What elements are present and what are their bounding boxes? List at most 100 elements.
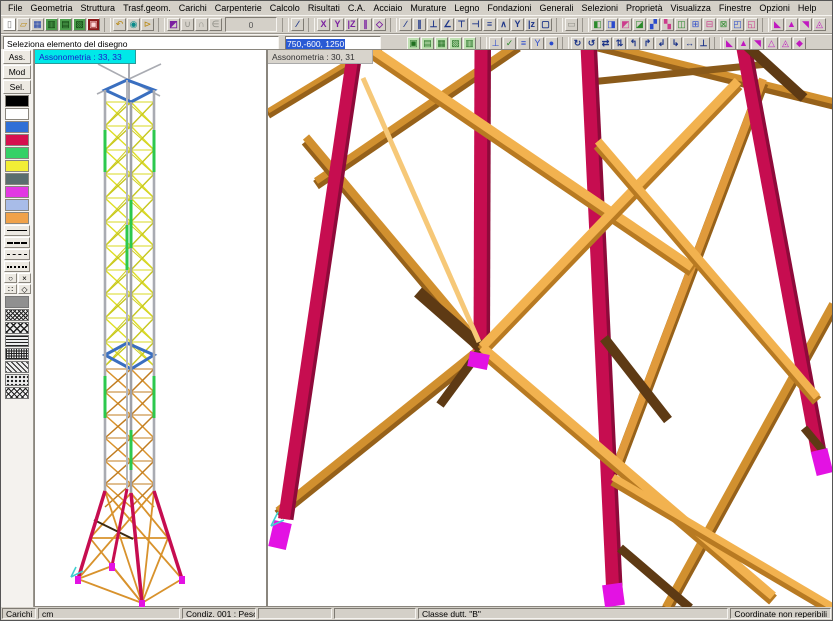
linestyle-dashed[interactable] xyxy=(4,237,30,248)
pattern-crosshatch[interactable] xyxy=(5,309,29,321)
menu-item[interactable]: Geometria xyxy=(27,2,77,14)
belong-button[interactable]: ∈ xyxy=(209,18,222,31)
union-button[interactable]: ∪ xyxy=(181,18,194,31)
copy-view-1-button[interactable]: ▥ xyxy=(45,18,58,31)
color-swatch[interactable] xyxy=(5,95,29,107)
menu-item[interactable]: Fondazioni xyxy=(483,2,535,14)
snap-tee-button[interactable]: ⊤ xyxy=(455,18,468,31)
axis-y-button[interactable]: Y xyxy=(331,18,344,31)
menu-item[interactable]: Generali xyxy=(535,2,577,14)
snap-box-button[interactable]: ▢ xyxy=(539,18,552,31)
menu-item[interactable]: Struttura xyxy=(77,2,120,14)
viewport-left[interactable]: Assonometria : 33, 33 xyxy=(34,49,267,607)
mesh-tool-3-button[interactable]: ◥ xyxy=(799,18,812,31)
color-swatch[interactable] xyxy=(5,212,29,224)
marker-diamond[interactable]: ◇ xyxy=(18,284,31,294)
pattern-horizontal[interactable] xyxy=(5,335,29,347)
viewport-left-titlebar[interactable]: Assonometria : 33, 33 xyxy=(35,50,136,64)
menu-item[interactable]: C.A. xyxy=(344,2,370,14)
menu-item[interactable]: Help xyxy=(794,2,821,14)
divide-tool-button[interactable]: ⊠ xyxy=(717,18,730,31)
marker-circle[interactable]: ○ xyxy=(4,273,17,283)
color-swatch[interactable] xyxy=(5,134,29,146)
undo-button[interactable]: ↶ xyxy=(113,18,126,31)
linestyle-solid[interactable] xyxy=(4,225,30,236)
menu-item[interactable]: File xyxy=(4,2,27,14)
mesh-tool-4-button[interactable]: ◬ xyxy=(813,18,826,31)
mode-mod-button[interactable]: Mod xyxy=(3,65,31,79)
snap-angle-button[interactable]: ∠ xyxy=(441,18,454,31)
intersect-button[interactable]: ∩ xyxy=(195,18,208,31)
menu-item[interactable]: Murature xyxy=(406,2,450,14)
menu-item[interactable]: Finestre xyxy=(715,2,756,14)
import-button[interactable]: ⊳ xyxy=(141,18,154,31)
menu-item[interactable]: Opzioni xyxy=(755,2,794,14)
pattern-diamond[interactable] xyxy=(5,387,29,399)
color-swatch[interactable] xyxy=(5,160,29,172)
viewport-right-titlebar[interactable]: Assonometria : 30, 31 xyxy=(268,50,373,64)
menu-item[interactable]: Risultati xyxy=(304,2,344,14)
pattern-dots[interactable] xyxy=(5,374,29,386)
tolerance-field[interactable]: 0 xyxy=(225,17,277,32)
snap-ground-button[interactable]: ⊣ xyxy=(469,18,482,31)
copy-view-3-button[interactable]: ▧ xyxy=(73,18,86,31)
menu-item[interactable]: Selezioni xyxy=(577,2,622,14)
menu-item[interactable]: Legno xyxy=(450,2,483,14)
marker-cross[interactable]: × xyxy=(18,273,31,283)
color-swatch[interactable] xyxy=(5,121,29,133)
snap-parallel-button[interactable]: ∥ xyxy=(413,18,426,31)
parallel-button[interactable]: ∥ xyxy=(359,18,372,31)
node-tool-button[interactable]: ◧ xyxy=(591,18,604,31)
color-swatch[interactable] xyxy=(5,147,29,159)
snap-z-button[interactable]: |z xyxy=(525,18,538,31)
mode-sel-button[interactable]: Sel. xyxy=(3,80,31,94)
scale-tool-button[interactable]: ◫ xyxy=(675,18,688,31)
polygon-button[interactable]: ◇ xyxy=(373,18,386,31)
save-button[interactable]: ▦ xyxy=(31,18,44,31)
menu-item[interactable]: Visualizza xyxy=(667,2,715,14)
mirror-tool-button[interactable]: ▞ xyxy=(647,18,660,31)
new-file-button[interactable]: ▯ xyxy=(3,18,16,31)
draw-line-button[interactable]: ∕ xyxy=(291,18,304,31)
color-swatch[interactable] xyxy=(5,108,29,120)
rotate-tool-button[interactable]: ▚ xyxy=(661,18,674,31)
pattern-big-crosshatch[interactable] xyxy=(5,322,29,334)
menu-item[interactable]: Trasf.geom. xyxy=(119,2,175,14)
menu-item[interactable]: Proprietà xyxy=(622,2,667,14)
snap-y-button[interactable]: Y xyxy=(511,18,524,31)
solid-view-button[interactable]: ◩ xyxy=(167,18,180,31)
offset-tool-button[interactable]: ◱ xyxy=(745,18,758,31)
open-button[interactable]: ▱ xyxy=(17,18,30,31)
snap-line-button[interactable]: ∕ xyxy=(399,18,412,31)
pattern-solid[interactable] xyxy=(5,296,29,308)
menu-item[interactable]: Carpenterie xyxy=(211,2,266,14)
linestyle-dashdot[interactable] xyxy=(4,249,30,260)
snap-wedge-button[interactable]: ∧ xyxy=(497,18,510,31)
material-sphere-button[interactable]: ◉ xyxy=(127,18,140,31)
eraser-button[interactable]: ▭ xyxy=(565,18,578,31)
extrude-tool-button[interactable]: ⊟ xyxy=(703,18,716,31)
snap-perpendicular-button[interactable]: ⊥ xyxy=(427,18,440,31)
join-tool-button[interactable]: ◰ xyxy=(731,18,744,31)
move-tool-button[interactable]: ◩ xyxy=(619,18,632,31)
pattern-fine-grid[interactable] xyxy=(5,348,29,360)
menu-item[interactable]: Calcolo xyxy=(266,2,304,14)
right-3d-canvas[interactable] xyxy=(268,50,833,606)
mesh-tool-1-button[interactable]: ◣ xyxy=(771,18,784,31)
mode-ass-button[interactable]: Ass. xyxy=(3,50,31,64)
snap-triple-button[interactable]: ≡ xyxy=(483,18,496,31)
copy-view-2-button[interactable]: ▤ xyxy=(59,18,72,31)
pattern-diagonal[interactable] xyxy=(5,361,29,373)
menu-item[interactable]: Acciaio xyxy=(369,2,406,14)
linestyle-dotted[interactable] xyxy=(4,261,30,272)
axis-x-button[interactable]: X xyxy=(317,18,330,31)
axis-z-button[interactable]: |Z xyxy=(345,18,358,31)
copy-tool-button[interactable]: ◪ xyxy=(633,18,646,31)
color-swatch[interactable] xyxy=(5,173,29,185)
mesh-tool-2-button[interactable]: ▲ xyxy=(785,18,798,31)
color-swatch[interactable] xyxy=(5,199,29,211)
color-swatch[interactable] xyxy=(5,186,29,198)
element-tool-button[interactable]: ◨ xyxy=(605,18,618,31)
stretch-tool-button[interactable]: ⊞ xyxy=(689,18,702,31)
marker-grid[interactable]: ∷ xyxy=(4,284,17,294)
